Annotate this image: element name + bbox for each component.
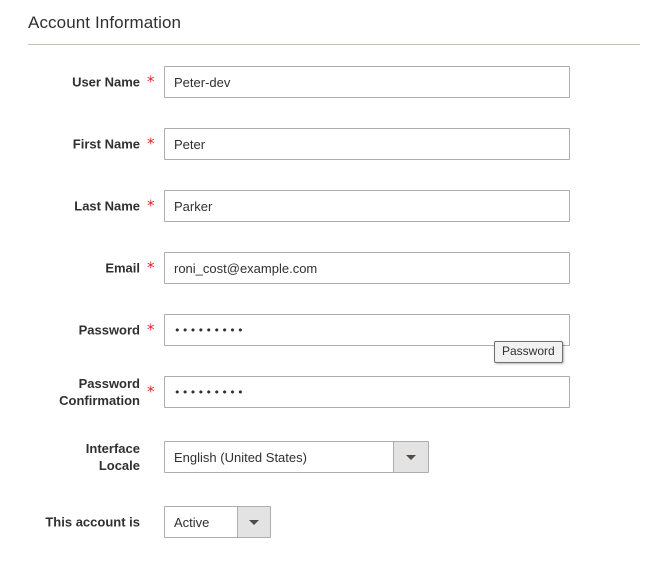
interface-locale-select[interactable]: English (United States) xyxy=(164,441,429,473)
label-interface-locale: Interface Locale xyxy=(85,441,140,473)
first-name-input[interactable] xyxy=(164,128,570,160)
field-row-account-status: This account is Active xyxy=(0,506,649,538)
field-row-first-name: First Name * xyxy=(0,128,649,160)
control-last-name xyxy=(164,190,570,222)
control-password-confirmation xyxy=(164,376,570,408)
label-account-status: This account is xyxy=(45,514,140,530)
field-row-email: Email * xyxy=(0,252,649,284)
account-status-dropdown-button[interactable] xyxy=(237,507,270,537)
field-row-user-name: User Name * xyxy=(0,66,649,98)
interface-locale-selected-value: English (United States) xyxy=(165,442,393,472)
email-field[interactable] xyxy=(164,252,570,284)
interface-locale-dropdown-button[interactable] xyxy=(393,442,428,472)
required-asterisk-first-name: * xyxy=(147,134,155,153)
required-asterisk-last-name: * xyxy=(147,196,155,215)
control-interface-locale: English (United States) xyxy=(164,441,429,473)
last-name-input[interactable] xyxy=(164,190,570,222)
label-password-confirmation: Password Confirmation xyxy=(59,376,140,408)
required-asterisk-password-confirmation: * xyxy=(147,382,155,401)
password-confirmation-input[interactable] xyxy=(164,376,570,408)
password-tooltip: Password xyxy=(494,341,563,363)
label-user-name: User Name xyxy=(72,74,140,90)
chevron-down-icon xyxy=(249,519,259,525)
field-row-password-confirmation: Password Confirmation * xyxy=(0,376,649,408)
chevron-down-icon xyxy=(406,454,416,460)
label-password: Password xyxy=(78,322,140,338)
required-asterisk-password: * xyxy=(147,320,155,339)
account-status-selected-value: Active xyxy=(165,507,237,537)
control-first-name xyxy=(164,128,570,160)
account-information-form: User Name * First Name * Last Name * Ema… xyxy=(0,0,649,561)
field-row-interface-locale: Interface Locale English (United States) xyxy=(0,441,649,473)
label-first-name: First Name xyxy=(72,136,140,152)
required-asterisk-user-name: * xyxy=(147,72,155,91)
user-name-input[interactable] xyxy=(164,66,570,98)
field-row-last-name: Last Name * xyxy=(0,190,649,222)
control-account-status: Active xyxy=(164,506,271,538)
control-email xyxy=(164,252,570,284)
control-user-name xyxy=(164,66,570,98)
account-status-select[interactable]: Active xyxy=(164,506,271,538)
label-last-name: Last Name xyxy=(74,198,140,214)
label-email: Email xyxy=(105,260,140,276)
required-asterisk-email: * xyxy=(147,258,155,277)
